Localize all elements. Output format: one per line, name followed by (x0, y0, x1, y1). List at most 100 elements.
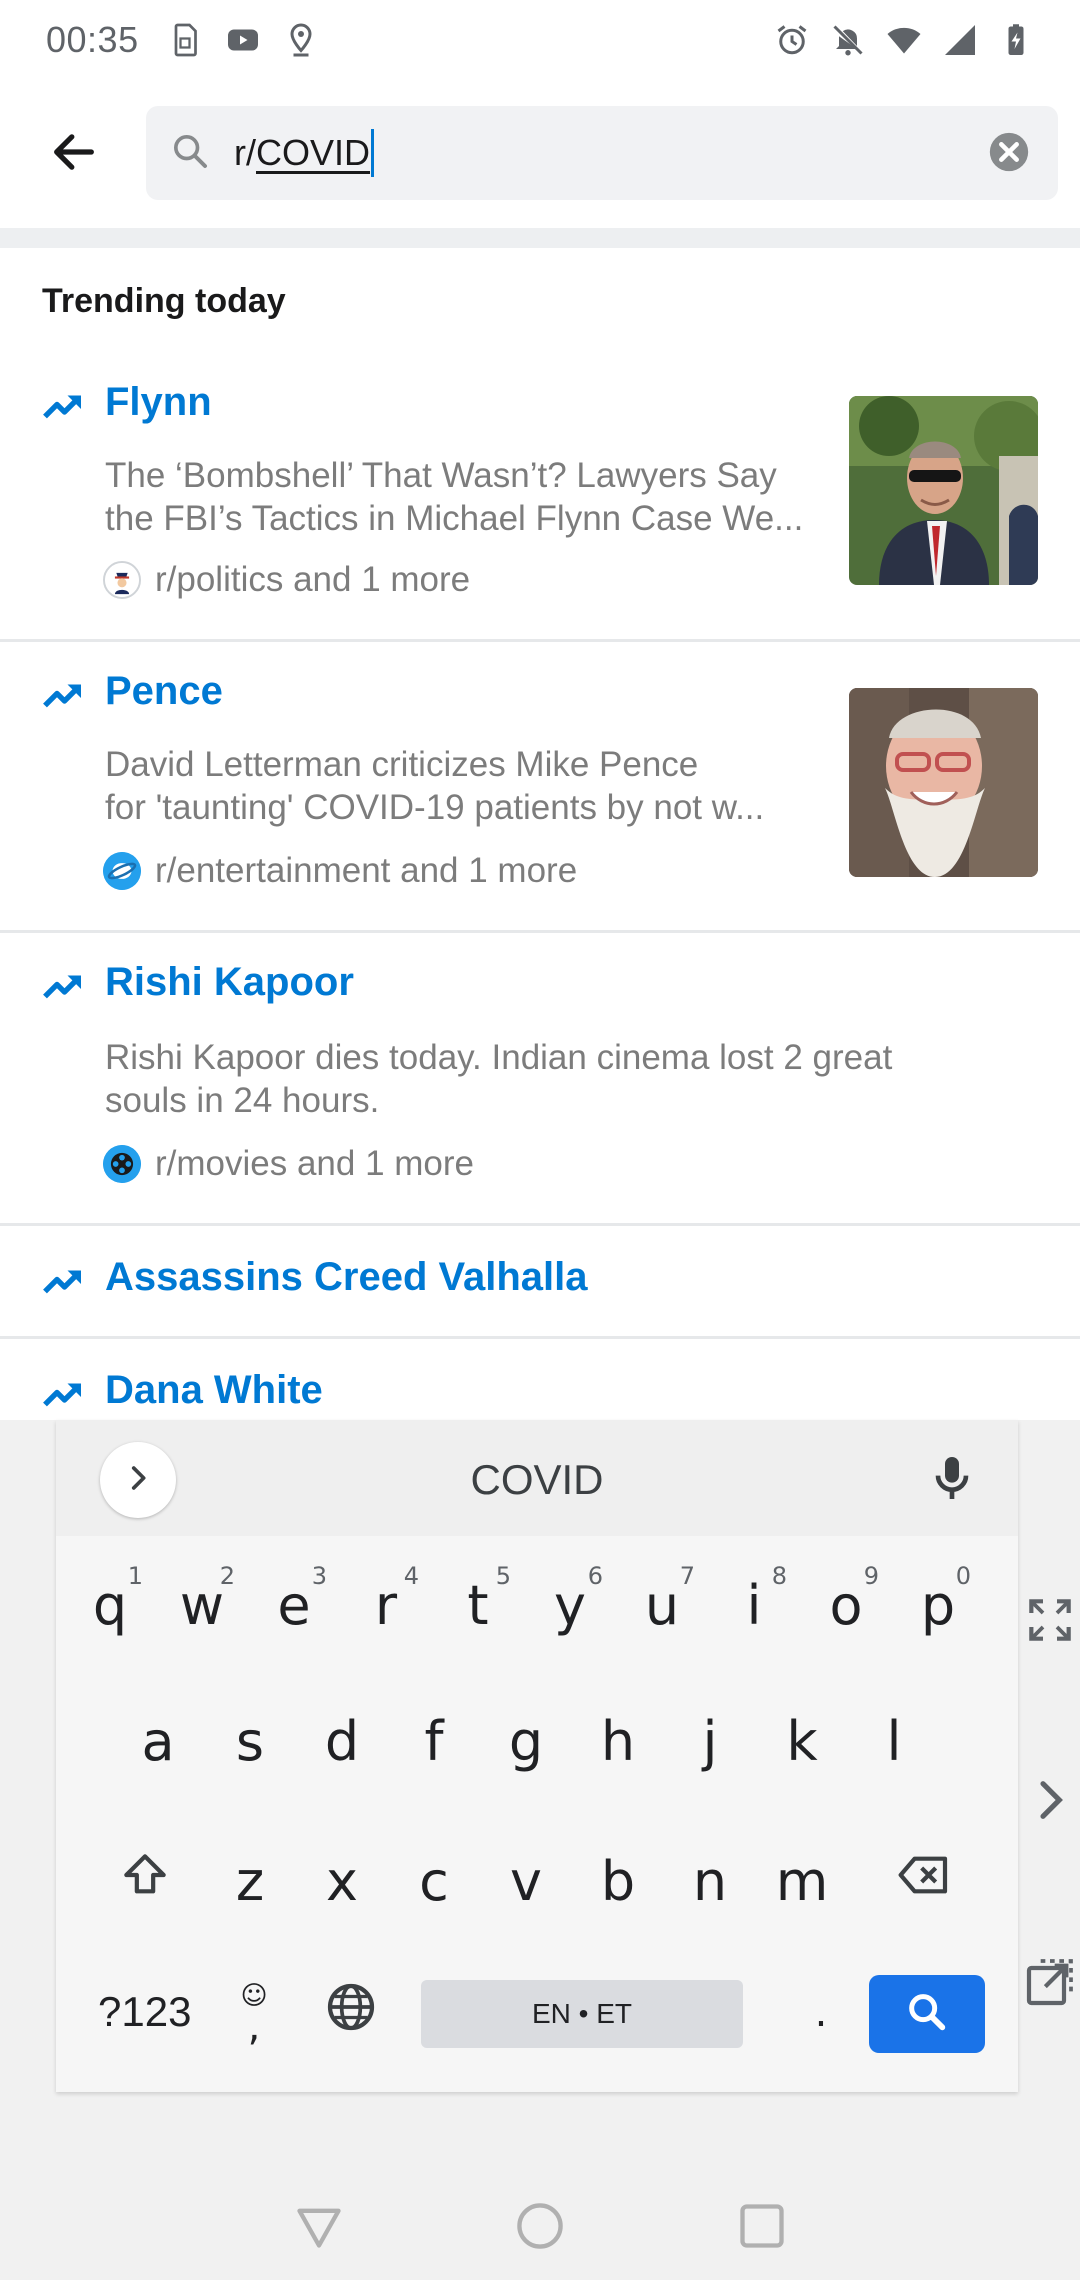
suggestion-bar: COVID (56, 1420, 1018, 1536)
key-hint: 0 (955, 1562, 971, 1590)
search-action-key[interactable] (869, 1975, 985, 2053)
key-w[interactable]: w2 (157, 1550, 247, 1660)
key-label: i (746, 1573, 762, 1637)
key-label: w (179, 1573, 225, 1637)
desc-line: souls in 24 hours. (105, 1081, 380, 1120)
key-hint: 8 (771, 1562, 787, 1590)
trending-thumbnail[interactable] (849, 396, 1038, 585)
status-time: 00:35 (46, 19, 139, 60)
key-hint: 5 (495, 1562, 511, 1590)
key-q[interactable]: q1 (65, 1550, 155, 1660)
nav-back-icon[interactable] (293, 2200, 345, 2252)
voice-input-button[interactable] (924, 1450, 980, 1506)
trending-thumbnail[interactable] (849, 688, 1038, 877)
trending-item-title: Rishi Kapoor (105, 960, 354, 1004)
suggestion-word[interactable]: COVID (56, 1456, 1018, 1504)
key-label: s (235, 1709, 265, 1773)
float-keyboard-icon[interactable] (1022, 1954, 1078, 2010)
nav-recents-icon[interactable] (736, 2200, 788, 2252)
status-bar: 00:35 (0, 0, 1080, 80)
header-divider (0, 228, 1080, 248)
key-p[interactable]: p0 (893, 1550, 983, 1660)
trending-item-subreddit[interactable]: r/movies and 1 more (103, 1144, 474, 1184)
key-m[interactable]: m (757, 1826, 847, 1936)
trending-item-pence[interactable]: Pence David Letterman criticizes Mike Pe… (0, 643, 1080, 933)
symbols-key[interactable]: ?123 (98, 1988, 191, 2036)
key-g[interactable]: g (481, 1686, 571, 1796)
shift-key[interactable] (100, 1826, 190, 1936)
key-e[interactable]: e3 (249, 1550, 339, 1660)
key-label: j (702, 1709, 718, 1773)
fullscreen-icon[interactable] (1022, 1592, 1078, 1648)
key-hint: 3 (311, 1562, 327, 1590)
nav-home-icon[interactable] (514, 2200, 566, 2252)
backspace-key[interactable] (879, 1826, 969, 1936)
key-j[interactable]: j (665, 1686, 755, 1796)
key-label: r (374, 1573, 398, 1637)
sim-card-icon (167, 22, 203, 58)
key-k[interactable]: k (757, 1686, 847, 1796)
trending-item-desc: David Letterman criticizes Mike Pence fo… (105, 743, 827, 829)
key-b[interactable]: b (573, 1826, 663, 1936)
trending-item-assassins-creed-valhalla[interactable]: Assassins Creed Valhalla (0, 1227, 1080, 1339)
key-label: f (424, 1709, 444, 1773)
search-text[interactable]: r/COVID (234, 129, 375, 177)
trending-item-subreddit[interactable]: r/entertainment and 1 more (103, 851, 577, 891)
back-button[interactable] (0, 80, 148, 228)
key-c[interactable]: c (389, 1826, 479, 1936)
key-s[interactable]: s (205, 1686, 295, 1796)
key-label: , (247, 2004, 261, 2050)
keyboard-area: COVID q1 w2 e3 r4 t5 y6 u7 i8 o9 p0 a s … (0, 1420, 1080, 2280)
trending-item-flynn[interactable]: Flynn The ‘Bombshell’ That Wasn’t? Lawye… (0, 360, 1080, 642)
emoji-comma-key[interactable]: ☺ , (221, 1966, 287, 2062)
key-v[interactable]: v (481, 1826, 571, 1936)
desc-line: the FBI’s Tactics in Michael Flynn Case … (105, 499, 804, 538)
key-label: u (644, 1573, 680, 1637)
key-x[interactable]: x (297, 1826, 387, 1936)
key-label: m (775, 1849, 829, 1913)
trending-up-icon (42, 970, 84, 1002)
key-label: g (508, 1709, 544, 1773)
key-label: . (814, 1990, 828, 2036)
key-i[interactable]: i8 (709, 1550, 799, 1660)
signal-icon (942, 22, 978, 58)
trending-item-rishi-kapoor[interactable]: Rishi Kapoor Rishi Kapoor dies today. In… (0, 934, 1080, 1226)
language-key[interactable] (306, 1958, 396, 2068)
trending-up-icon (42, 1265, 84, 1297)
movies-avatar-icon (103, 1145, 141, 1183)
youtube-icon (225, 22, 261, 58)
key-d[interactable]: d (297, 1686, 387, 1796)
key-t[interactable]: t5 (433, 1550, 523, 1660)
key-a[interactable]: a (113, 1686, 203, 1796)
key-label: b (600, 1849, 636, 1913)
key-hint: 1 (127, 1562, 143, 1590)
trending-item-dana-white[interactable]: Dana White (0, 1340, 1080, 1420)
clear-search-button[interactable] (986, 129, 1034, 177)
key-y[interactable]: y6 (525, 1550, 615, 1660)
subreddit-label: r/politics and 1 more (155, 560, 471, 599)
key-h[interactable]: h (573, 1686, 663, 1796)
trending-item-desc: The ‘Bombshell’ That Wasn’t? Lawyers Say… (105, 454, 827, 540)
spacebar[interactable]: EN • ET (421, 1980, 743, 2048)
key-f[interactable]: f (389, 1686, 479, 1796)
search-input[interactable]: r/COVID (146, 106, 1058, 200)
key-hint: 6 (587, 1562, 603, 1590)
trending-item-subreddit[interactable]: r/politics and 1 more (103, 560, 471, 600)
desc-line: Rishi Kapoor dies today. Indian cinema l… (105, 1038, 893, 1077)
keyboard: COVID q1 w2 e3 r4 t5 y6 u7 i8 o9 p0 a s … (56, 1420, 1018, 2092)
key-label: n (692, 1849, 728, 1913)
key-hint: 7 (679, 1562, 695, 1590)
key-u[interactable]: u7 (617, 1550, 707, 1660)
period-key[interactable]: . (776, 1958, 866, 2068)
key-n[interactable]: n (665, 1826, 755, 1936)
key-label: c (419, 1849, 449, 1913)
key-o[interactable]: o9 (801, 1550, 891, 1660)
key-r[interactable]: r4 (341, 1550, 431, 1660)
key-label: e (277, 1573, 311, 1637)
desc-line: David Letterman criticizes Mike Pence (105, 745, 699, 784)
chevron-right-icon[interactable] (1022, 1772, 1078, 1828)
trending-item-title: Flynn (105, 380, 212, 424)
search-query: COVID (256, 132, 371, 173)
key-l[interactable]: l (849, 1686, 939, 1796)
key-z[interactable]: z (205, 1826, 295, 1936)
